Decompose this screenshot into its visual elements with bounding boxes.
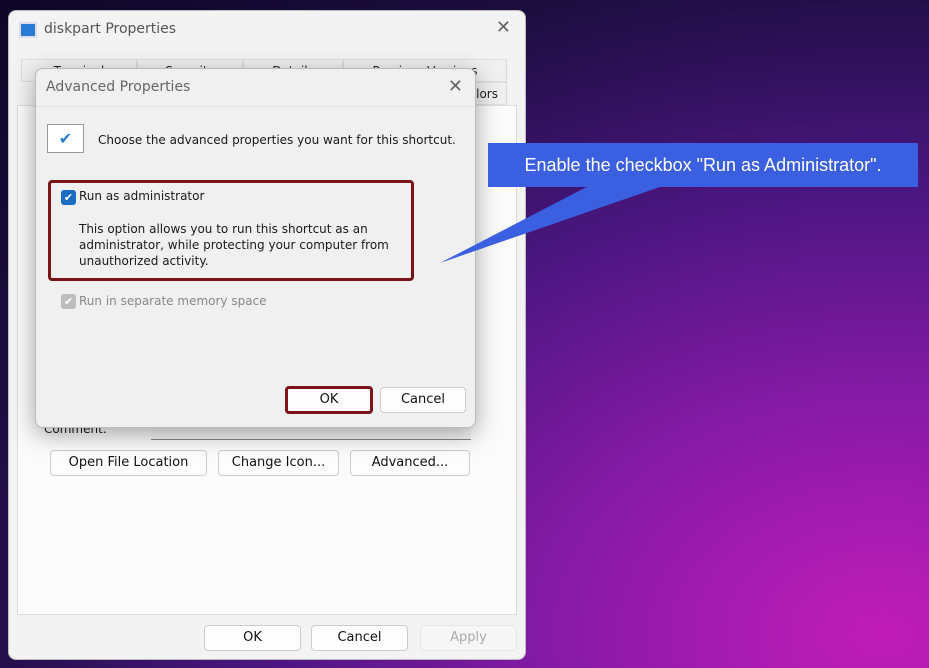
- instruction-callout: Enable the checkbox "Run as Administrato…: [488, 143, 918, 187]
- callout-pointer: [440, 180, 680, 263]
